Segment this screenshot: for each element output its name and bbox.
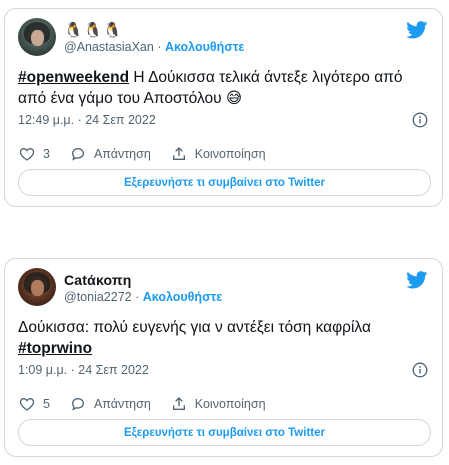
like-count: 3 [43, 147, 50, 161]
reply-icon [71, 397, 84, 411]
share-label: Κοινοποίηση [194, 397, 266, 411]
share-label: Κοινοποίηση [194, 147, 266, 161]
hashtag-link[interactable]: #openweekend [18, 69, 129, 86]
avatar[interactable] [18, 268, 56, 306]
reply-label: Απάντηση [93, 397, 151, 411]
avatar[interactable] [18, 18, 56, 56]
tweet-card: Catάκοπη @tonia2272 · Ακολουθήστε Δούκισ… [4, 258, 443, 457]
like-count: 5 [43, 397, 50, 411]
avatar-face [31, 280, 44, 296]
timestamp[interactable]: 1:09 μ.μ. · 24 Σεπ 2022 [18, 363, 149, 377]
like-button[interactable]: 3 [19, 146, 50, 162]
share-button[interactable]: Κοινοποίηση [171, 146, 266, 162]
hashtag-link[interactable]: #toprwino [18, 340, 92, 357]
reply-label: Απάντηση [93, 147, 151, 161]
avatar-face [31, 30, 44, 46]
info-icon[interactable] [412, 362, 428, 378]
reply-button[interactable]: Απάντηση [70, 396, 151, 412]
handle-row: @AnastasiaXan · Ακολουθήστε [64, 40, 244, 54]
reply-icon [71, 147, 84, 161]
display-name[interactable]: Catάκοπη [64, 272, 132, 288]
timestamp[interactable]: 12:49 μ.μ. · 24 Σεπ 2022 [18, 113, 156, 127]
tweet-body: Δούκισσα: πολύ ευγενής για ν αντέξει τόσ… [18, 319, 371, 336]
twitter-bird-icon[interactable] [406, 271, 428, 289]
heart-icon [19, 397, 35, 411]
like-button[interactable]: 5 [19, 396, 50, 412]
heart-icon [19, 147, 35, 161]
handle-row: @tonia2272 · Ακολουθήστε [64, 290, 222, 304]
tweet-text: Δούκισσα: πολύ ευγενής για ν αντέξει τόσ… [18, 317, 433, 359]
twitter-bird-icon[interactable] [406, 21, 428, 39]
separator: · [157, 40, 162, 54]
handle[interactable]: @tonia2272 [64, 290, 132, 304]
separator: · [135, 290, 140, 304]
display-name-row: Catάκοπη [64, 271, 132, 289]
share-icon [172, 147, 185, 160]
explore-twitter-button[interactable]: Εξερευνήστε τι συμβαίνει στο Twitter [18, 169, 431, 196]
tweet-text: #openweekend Η Δούκισσα τελικά άντεξε λι… [18, 67, 433, 109]
display-name[interactable]: 🐧🐧🐧 [64, 21, 123, 39]
display-name-row: 🐧🐧🐧 [64, 21, 123, 39]
handle[interactable]: @AnastasiaXan [64, 40, 154, 54]
share-button[interactable]: Κοινοποίηση [171, 396, 266, 412]
reply-button[interactable]: Απάντηση [70, 146, 151, 162]
follow-button[interactable]: Ακολουθήστε [165, 40, 244, 54]
explore-twitter-button[interactable]: Εξερευνήστε τι συμβαίνει στο Twitter [18, 419, 431, 446]
tweet-card: 🐧🐧🐧 @AnastasiaXan · Ακολουθήστε #openwee… [4, 8, 443, 207]
follow-button[interactable]: Ακολουθήστε [143, 290, 222, 304]
actions-row: 3 Απάντηση Κοινοποίηση [19, 146, 286, 162]
share-icon [172, 397, 185, 410]
actions-row: 5 Απάντηση Κοινοποίηση [19, 396, 286, 412]
info-icon[interactable] [412, 112, 428, 128]
